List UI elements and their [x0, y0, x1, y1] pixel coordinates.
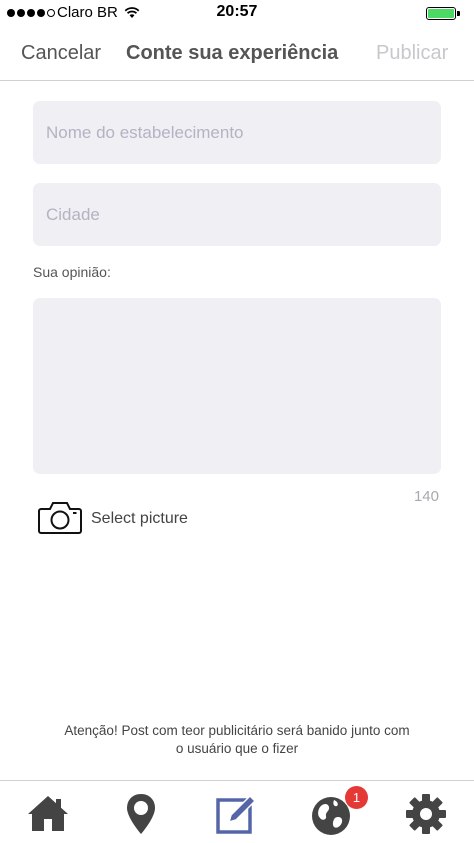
- tab-new-post[interactable]: [213, 791, 259, 837]
- opinion-label: Sua opinião:: [33, 264, 111, 280]
- character-counter: 140: [413, 488, 439, 505]
- opinion-textarea[interactable]: [33, 298, 441, 474]
- establishment-name-input[interactable]: [33, 101, 441, 164]
- battery-icon: [426, 7, 456, 20]
- gear-icon: [406, 794, 446, 834]
- tab-home[interactable]: [25, 791, 71, 837]
- city-input[interactable]: [33, 183, 441, 246]
- location-pin-icon: [127, 794, 155, 834]
- battery-tip: [457, 11, 460, 16]
- cancel-button[interactable]: Cancelar: [21, 42, 101, 65]
- camera-icon: [38, 502, 82, 534]
- navigation-bar: Cancelar Conte sua experiência Publicar: [0, 26, 474, 81]
- tab-location[interactable]: [118, 791, 164, 837]
- notification-badge: 1: [345, 786, 368, 809]
- tab-settings[interactable]: [403, 791, 449, 837]
- select-picture-button[interactable]: Select picture: [38, 500, 238, 538]
- status-bar: Claro BR 20:57: [0, 0, 474, 26]
- publish-button[interactable]: Publicar: [376, 42, 448, 65]
- advertising-warning: Atenção! Post com teor publicitário será…: [64, 723, 410, 756]
- home-icon: [28, 796, 68, 831]
- select-picture-label: Select picture: [91, 510, 188, 527]
- clock: 20:57: [216, 3, 258, 20]
- edit-icon: [216, 794, 257, 834]
- tab-bar: [0, 780, 474, 843]
- page-title: Conte sua experiência: [126, 42, 339, 64]
